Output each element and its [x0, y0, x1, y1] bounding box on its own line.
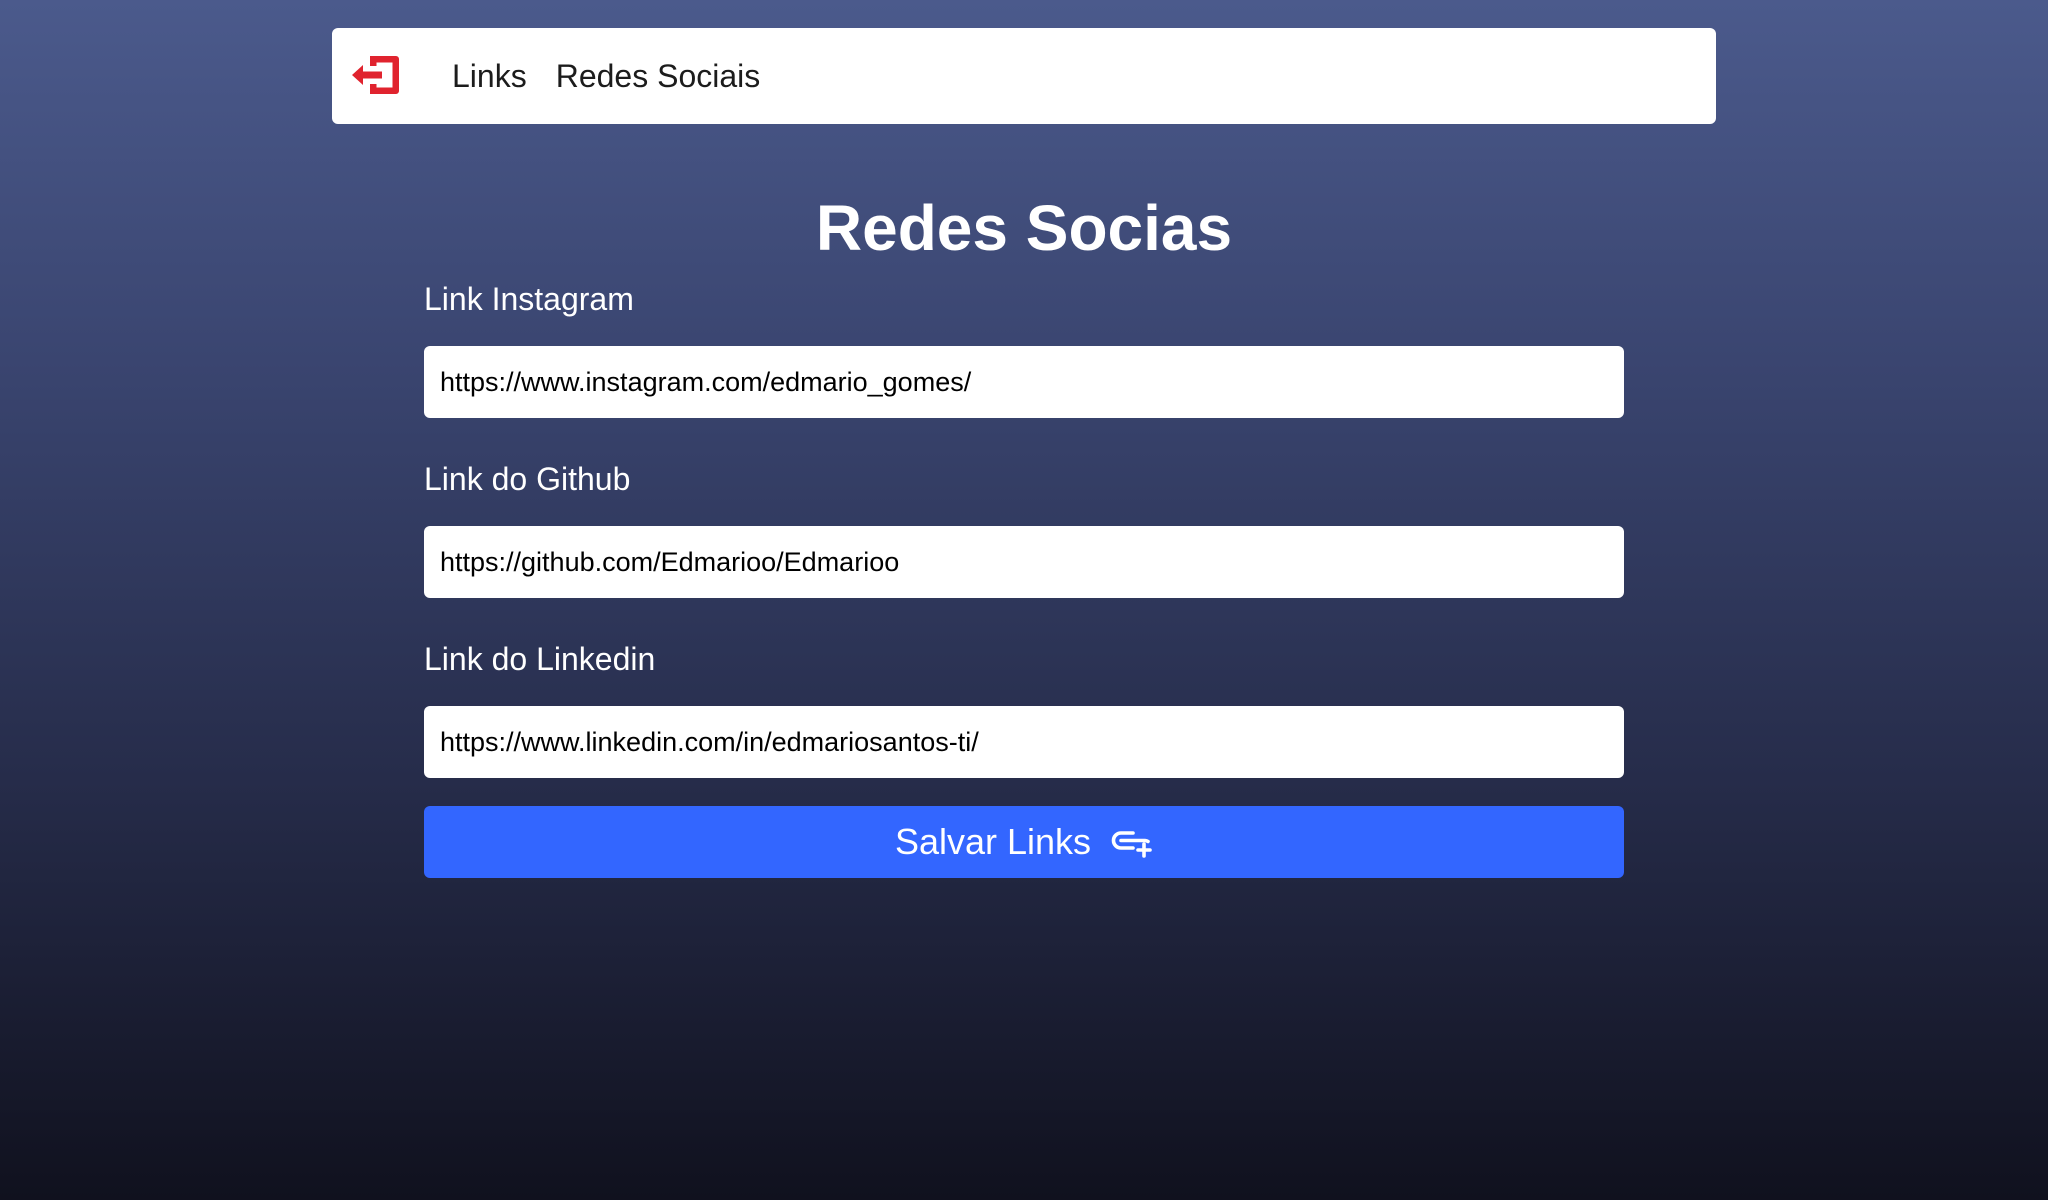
- linkedin-label: Link do Linkedin: [424, 641, 656, 677]
- top-navbar: Links Redes Sociais: [332, 28, 1716, 124]
- github-label: Link do Github: [424, 461, 631, 497]
- page-title: Redes Socias: [815, 192, 1233, 264]
- save-links-label: Salvar Links: [894, 821, 1092, 862]
- save-links-button[interactable]: Salvar Links: [424, 806, 1624, 878]
- logout-icon[interactable]: [352, 52, 402, 98]
- nav-link-links[interactable]: Links: [452, 58, 527, 95]
- link-add-icon: [1111, 826, 1153, 858]
- instagram-link-input[interactable]: [424, 346, 1624, 418]
- nav-link-redes-sociais[interactable]: Redes Sociais: [556, 58, 761, 95]
- github-link-input[interactable]: [424, 526, 1624, 598]
- main-nav: Links Redes Sociais: [452, 28, 789, 124]
- linkedin-link-input[interactable]: [424, 706, 1624, 778]
- instagram-label: Link Instagram: [424, 281, 634, 317]
